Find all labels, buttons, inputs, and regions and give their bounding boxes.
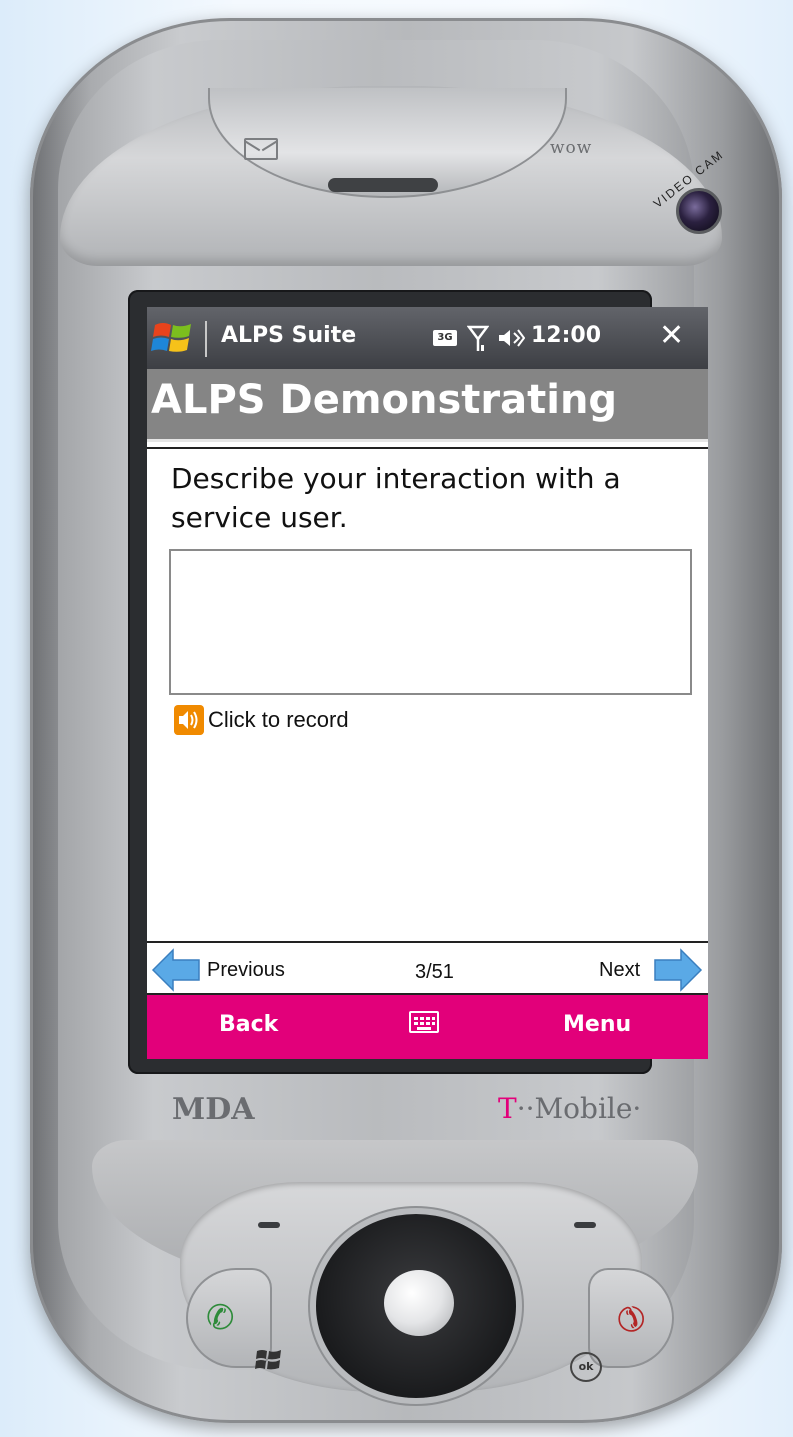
windows-flag-icon[interactable] <box>151 317 195 359</box>
network-3g-icon[interactable]: 3G <box>433 330 457 346</box>
keyboard-icon[interactable] <box>409 1011 439 1033</box>
answer-textarea[interactable] <box>169 549 692 695</box>
wow-logo[interactable]: wow <box>550 138 592 158</box>
left-arrow-icon[interactable] <box>151 948 201 992</box>
softkey-bar: Back Menu <box>147 995 708 1059</box>
page-title: ALPS Demonstrating <box>151 377 618 423</box>
dpad-center-button[interactable] <box>384 1270 454 1336</box>
pager-divider-top <box>147 941 708 943</box>
clock[interactable]: 12:00 <box>531 323 601 348</box>
brand-mda: MDA <box>172 1092 255 1127</box>
question-text: Describe your interaction with a service… <box>171 462 621 534</box>
ok-button[interactable]: ok <box>570 1352 602 1382</box>
mail-icon[interactable] <box>244 138 278 160</box>
brand-tmobile-rest: ··Mobile· <box>516 1092 642 1125</box>
earpiece-grill <box>328 178 438 192</box>
windows-key-icon[interactable] <box>254 1346 284 1374</box>
brand-tmobile: T··Mobile· <box>498 1092 641 1125</box>
title-separator <box>205 321 207 357</box>
phone-green-icon: ✆ <box>206 1298 235 1338</box>
app-title: ALPS Suite <box>221 323 357 348</box>
menu-softkey[interactable]: Menu <box>563 1012 631 1037</box>
antenna-signal-icon[interactable] <box>467 325 489 353</box>
speaker-volume-icon[interactable] <box>497 327 525 349</box>
left-softkey-hardware[interactable] <box>258 1222 280 1228</box>
speaker-record-icon[interactable] <box>174 705 204 735</box>
camera-lens-icon <box>676 188 722 234</box>
right-softkey-hardware[interactable] <box>574 1222 596 1228</box>
wow-logo-text: wow <box>550 138 593 158</box>
previous-button[interactable]: Previous <box>207 959 285 982</box>
next-button[interactable]: Next <box>599 959 640 982</box>
close-button[interactable]: ✕ <box>659 321 684 351</box>
record-label[interactable]: Click to record <box>208 707 349 733</box>
brand-tmobile-t: T <box>498 1092 517 1125</box>
page-indicator: 3/51 <box>415 961 454 983</box>
record-link[interactable]: Click to record <box>174 705 349 735</box>
header-divider <box>147 447 708 449</box>
back-softkey[interactable]: Back <box>219 1012 278 1037</box>
right-arrow-icon[interactable] <box>653 948 703 992</box>
title-bar: ALPS Suite 3G 12:00 ✕ <box>147 307 708 369</box>
screen: ALPS Suite 3G 12:00 ✕ ALPS Demonstrating… <box>147 307 708 1059</box>
page-header: ALPS Demonstrating <box>147 369 708 442</box>
